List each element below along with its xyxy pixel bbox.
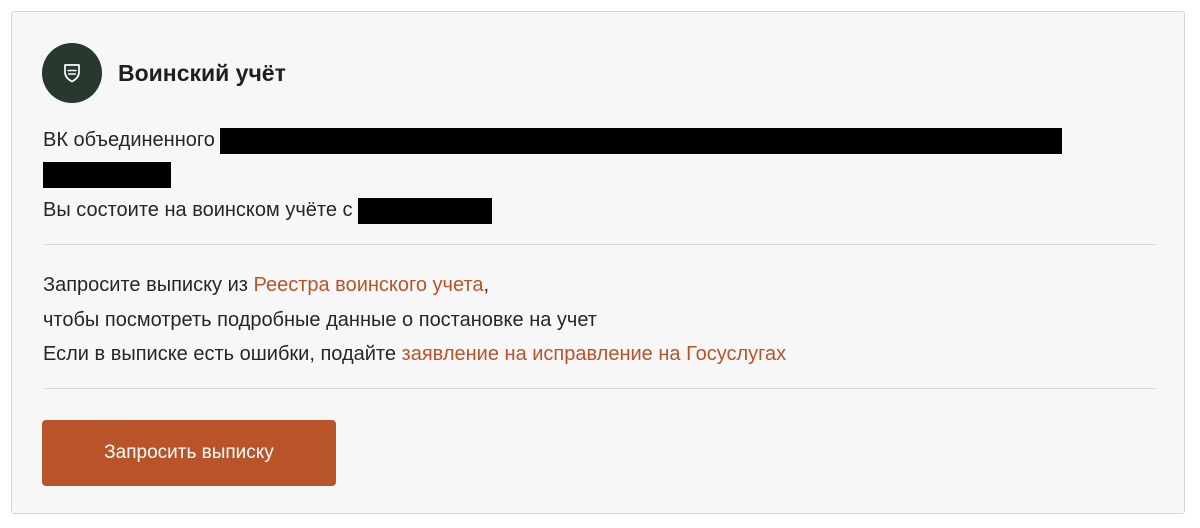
correction-application-link[interactable]: заявление на исправление на Госуслугах (402, 343, 787, 365)
extract-info-line-2: чтобы посмотреть подробные данные о пост… (43, 309, 597, 331)
extract-info-text: Запросите выписку из (43, 274, 254, 296)
redacted-registration-date (358, 197, 493, 224)
redacted-commissariat-name (220, 127, 1063, 154)
card-title: Воинский учёт (118, 59, 286, 86)
extract-info-line-1: Запросите выписку из Реестра воинского у… (43, 272, 489, 298)
shield-icon (42, 43, 102, 103)
commissariat-line-continued (43, 161, 171, 188)
extract-info-line-3: Если в выписке есть ошибки, подайте заяв… (43, 341, 786, 367)
redacted-commissariat-name-continued (43, 161, 171, 188)
divider (43, 388, 1157, 389)
request-extract-button[interactable]: Запросить выписку (42, 420, 336, 486)
commissariat-line: ВК объединенного (43, 127, 1063, 154)
extract-info-comma: , (483, 274, 490, 296)
military-registration-card: Воинский учёт ВК объединенного Вы состои… (11, 11, 1185, 514)
registry-link[interactable]: Реестра воинского учета (254, 274, 484, 296)
commissariat-prefix: ВК объединенного (43, 129, 215, 151)
divider (43, 244, 1157, 245)
card-header: Воинский учёт (42, 43, 286, 103)
errors-text: Если в выписке есть ошибки, подайте (43, 343, 402, 365)
registration-status-line: Вы состоите на воинском учёте с (43, 197, 493, 224)
registration-status-prefix: Вы состоите на воинском учёте с (43, 199, 353, 221)
